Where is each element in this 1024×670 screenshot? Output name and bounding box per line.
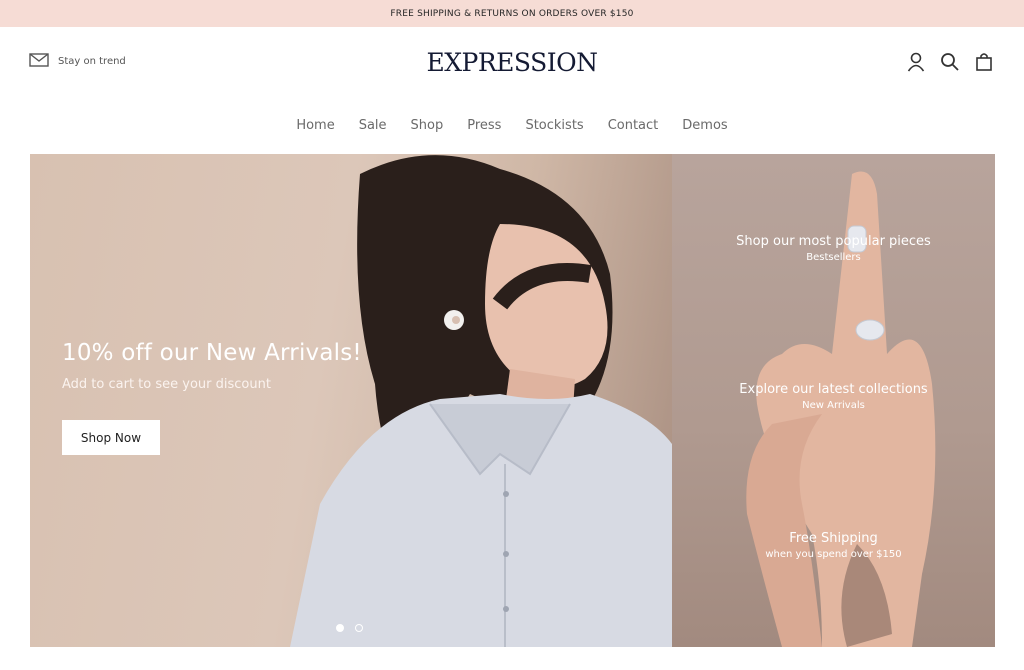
promo-new-arrivals[interactable]: Explore our latest collections New Arriv… <box>672 382 995 411</box>
announcement-text: FREE SHIPPING & RETURNS ON ORDERS OVER $… <box>390 8 634 19</box>
hero-slideshow: 10% off our New Arrivals! Add to cart to… <box>30 154 672 647</box>
site-header: Stay on trend EXPRESSION <box>0 27 1024 99</box>
nav-press[interactable]: Press <box>467 112 501 140</box>
promo-title: Explore our latest collections <box>739 382 928 397</box>
nav-contact[interactable]: Contact <box>608 112 659 140</box>
hero-text: 10% off our New Arrivals! Add to cart to… <box>62 340 362 392</box>
promo-subtitle: Bestsellers <box>806 252 861 263</box>
nav-home[interactable]: Home <box>296 112 334 140</box>
nav-demos[interactable]: Demos <box>682 112 727 140</box>
site-logo[interactable]: EXPRESSION <box>0 48 1024 77</box>
slide-dot-1[interactable] <box>336 624 344 632</box>
promo-free-shipping[interactable]: Free Shipping when you spend over $150 <box>672 531 995 560</box>
shop-now-button[interactable]: Shop Now <box>62 420 160 455</box>
promo-subtitle: New Arrivals <box>802 400 865 411</box>
slide-dot-2[interactable] <box>355 624 363 632</box>
slide-indicators <box>336 624 363 632</box>
announcement-bar: FREE SHIPPING & RETURNS ON ORDERS OVER $… <box>0 0 1024 27</box>
hero-subtitle: Add to cart to see your discount <box>62 377 271 392</box>
header-icons <box>906 51 994 73</box>
promo-title: Shop our most popular pieces <box>736 234 931 249</box>
nav-stockists[interactable]: Stockists <box>525 112 583 140</box>
cart-icon[interactable] <box>974 51 994 73</box>
nav-sale[interactable]: Sale <box>359 112 387 140</box>
promo-subtitle: when you spend over $150 <box>765 549 902 560</box>
account-icon[interactable] <box>906 51 926 73</box>
promo-panel: Shop our most popular pieces Bestsellers… <box>672 154 995 647</box>
hero-model-image <box>290 155 672 647</box>
promo-title: Free Shipping <box>789 531 878 546</box>
promo-bestsellers[interactable]: Shop our most popular pieces Bestsellers <box>672 234 995 263</box>
search-icon[interactable] <box>940 51 960 73</box>
main-nav: Home Sale Shop Press Stockists Contact D… <box>0 112 1024 140</box>
hero-title: 10% off our New Arrivals! <box>62 340 362 366</box>
nav-shop[interactable]: Shop <box>411 112 444 140</box>
